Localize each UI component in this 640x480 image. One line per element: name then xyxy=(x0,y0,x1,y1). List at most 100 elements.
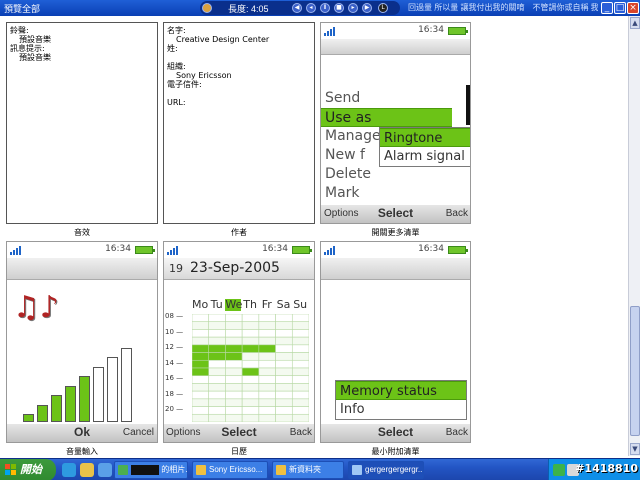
calendar-slot[interactable] xyxy=(241,406,260,415)
calendar-slot[interactable] xyxy=(208,336,226,346)
softkey-back[interactable]: Back xyxy=(446,427,468,438)
tray-icon[interactable] xyxy=(553,464,565,476)
calendar-slot[interactable] xyxy=(258,336,276,346)
menu-item-send[interactable]: Send xyxy=(321,89,452,108)
calendar-slot[interactable] xyxy=(291,314,309,323)
forward-icon[interactable]: ▶ xyxy=(362,3,372,13)
taskbar-button-viewer[interactable]: gergergergergr... xyxy=(348,461,424,479)
calendar-slot[interactable] xyxy=(241,329,260,338)
calendar-slot[interactable] xyxy=(208,375,226,384)
vertical-scrollbar[interactable]: ▲ ▼ xyxy=(628,16,640,456)
lrc-icon[interactable]: L xyxy=(378,3,388,13)
calendar-slot[interactable] xyxy=(275,390,293,400)
calendar-slot[interactable] xyxy=(241,336,260,346)
calendar-slot[interactable] xyxy=(258,383,276,392)
calendar-slot[interactable] xyxy=(208,406,226,415)
next-icon[interactable]: ▸ xyxy=(348,3,358,13)
calendar-slot[interactable] xyxy=(258,413,276,422)
calendar-slot[interactable] xyxy=(291,359,309,369)
calendar-slot[interactable] xyxy=(241,314,260,323)
calendar-slot[interactable] xyxy=(241,398,260,407)
calendar-slot[interactable] xyxy=(192,406,210,415)
calendar-slot[interactable] xyxy=(258,398,276,407)
calendar-slot[interactable] xyxy=(291,390,309,400)
calendar-slot[interactable] xyxy=(192,344,210,353)
calendar-slot[interactable] xyxy=(258,329,276,338)
scroll-up-icon[interactable]: ▲ xyxy=(630,17,640,29)
calendar-slot[interactable] xyxy=(275,367,293,377)
calendar-slot[interactable] xyxy=(225,375,243,384)
calendar-slot[interactable] xyxy=(225,344,243,353)
weekday-sa[interactable]: Sa xyxy=(276,299,292,311)
calendar-slot[interactable] xyxy=(225,359,243,369)
calendar-slot[interactable] xyxy=(291,413,309,422)
calendar-slot[interactable] xyxy=(275,336,293,346)
calendar-slot[interactable] xyxy=(208,329,226,338)
calendar-slot[interactable] xyxy=(192,383,210,392)
taskbar-button-photos[interactable]: 的相片... xyxy=(114,461,188,479)
calendar-slot[interactable] xyxy=(192,352,210,361)
calendar-slot[interactable] xyxy=(192,398,210,407)
taskbar-button-sony-ericsson[interactable]: Sony Ericsso... xyxy=(192,461,268,479)
calendar-slot[interactable] xyxy=(192,359,210,369)
submenu-item-ringtone[interactable]: Ringtone xyxy=(380,128,470,147)
calendar-slot[interactable] xyxy=(225,336,243,346)
calendar-slot[interactable] xyxy=(291,336,309,346)
softkey-back[interactable]: Back xyxy=(290,427,312,438)
calendar-slot[interactable] xyxy=(192,390,210,400)
calendar-slot[interactable] xyxy=(225,406,243,415)
calendar-slot[interactable] xyxy=(225,367,243,377)
volume-level-meter[interactable] xyxy=(23,342,147,422)
softkey-back[interactable]: Back xyxy=(446,208,468,219)
calendar-slot[interactable] xyxy=(275,344,293,353)
weekday-mo[interactable]: Mo xyxy=(192,299,208,311)
calendar-slot[interactable] xyxy=(192,314,210,323)
calendar-slot[interactable] xyxy=(275,406,293,415)
calendar-slot[interactable] xyxy=(258,390,276,400)
calendar-slot[interactable] xyxy=(258,375,276,384)
calendar-slot[interactable] xyxy=(291,398,309,407)
menu-item-info[interactable]: Info xyxy=(336,400,466,419)
calendar-slot[interactable] xyxy=(208,398,226,407)
calendar-slot[interactable] xyxy=(291,321,309,330)
calendar-slot[interactable] xyxy=(258,406,276,415)
menu-item-mark[interactable]: Mark xyxy=(321,184,452,203)
close-button[interactable]: × xyxy=(627,2,639,14)
outlook-icon[interactable] xyxy=(80,463,94,477)
calendar-slot[interactable] xyxy=(291,352,309,361)
calendar-slot[interactable] xyxy=(192,336,210,346)
calendar-slot[interactable] xyxy=(241,390,260,400)
calendar-slot[interactable] xyxy=(192,367,210,377)
calendar-slot[interactable] xyxy=(291,344,309,353)
calendar-slot[interactable] xyxy=(192,375,210,384)
calendar-slot[interactable] xyxy=(225,329,243,338)
calendar-slot[interactable] xyxy=(258,359,276,369)
calendar-slot[interactable] xyxy=(275,329,293,338)
calendar-slot[interactable] xyxy=(241,321,260,330)
calendar-slot[interactable] xyxy=(241,383,260,392)
weekday-tu[interactable]: Tu xyxy=(209,299,225,311)
calendar-slot[interactable] xyxy=(241,367,260,377)
calendar-slot[interactable] xyxy=(258,367,276,377)
scroll-down-icon[interactable]: ▼ xyxy=(630,443,640,455)
calendar-slot[interactable] xyxy=(192,413,210,422)
calendar-slot[interactable] xyxy=(258,344,276,353)
calendar-slot[interactable] xyxy=(275,314,293,323)
scroll-thumb[interactable] xyxy=(630,306,640,436)
calendar-slot[interactable] xyxy=(208,390,226,400)
weekday-fr[interactable]: Fr xyxy=(259,299,275,311)
calendar-slot[interactable] xyxy=(225,352,243,361)
taskbar-button-new-folder[interactable]: 新資料夾 xyxy=(272,461,344,479)
calendar-slot[interactable] xyxy=(241,344,260,353)
calendar-slot[interactable] xyxy=(208,367,226,377)
calendar-slot[interactable] xyxy=(258,321,276,330)
menu-item-delete[interactable]: Delete xyxy=(321,165,452,184)
calendar-slot[interactable] xyxy=(258,352,276,361)
weekday-th[interactable]: Th xyxy=(242,299,258,311)
calendar-slot[interactable] xyxy=(275,413,293,422)
start-button[interactable]: 開始 xyxy=(0,459,56,480)
calendar-slot[interactable] xyxy=(275,398,293,407)
week-grid[interactable] xyxy=(192,314,309,422)
calendar-slot[interactable] xyxy=(208,359,226,369)
desktop-icon[interactable] xyxy=(98,463,112,477)
